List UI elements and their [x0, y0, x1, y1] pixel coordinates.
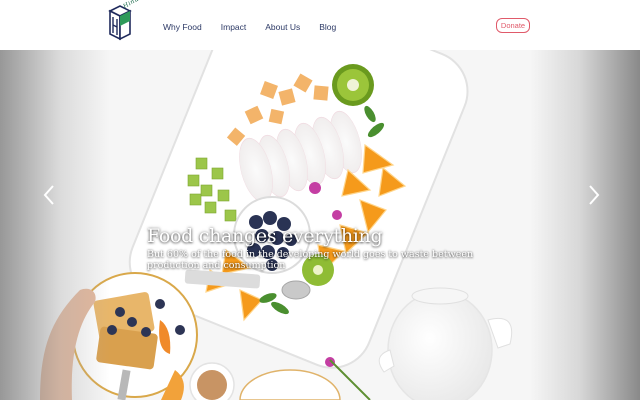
chevron-right-icon[interactable] — [584, 180, 604, 210]
carousel-shade-right — [530, 50, 640, 400]
hero-carousel: Food changes everything But 60% of the f… — [0, 50, 640, 400]
nav-item-about-us[interactable]: About Us — [265, 22, 300, 32]
nav-item-impact[interactable]: Impact — [221, 22, 247, 32]
nav-item-blog[interactable]: Blog — [319, 22, 336, 32]
chevron-left-icon[interactable] — [39, 180, 59, 210]
hero-caption: Food changes everything But 60% of the f… — [147, 225, 507, 271]
nav-item-why-food[interactable]: Why Food — [163, 22, 202, 32]
carousel-shade-left — [0, 50, 110, 400]
hero-subtitle: But 60% of the food in the developing wo… — [147, 249, 474, 271]
hero-title: Food changes everything — [147, 225, 383, 247]
main-nav: Why Food Impact About Us Blog — [163, 22, 355, 32]
donate-button[interactable]: Donate — [496, 18, 530, 33]
site-header: Hinulaka Why Food Impact About Us Blog D… — [0, 0, 640, 50]
